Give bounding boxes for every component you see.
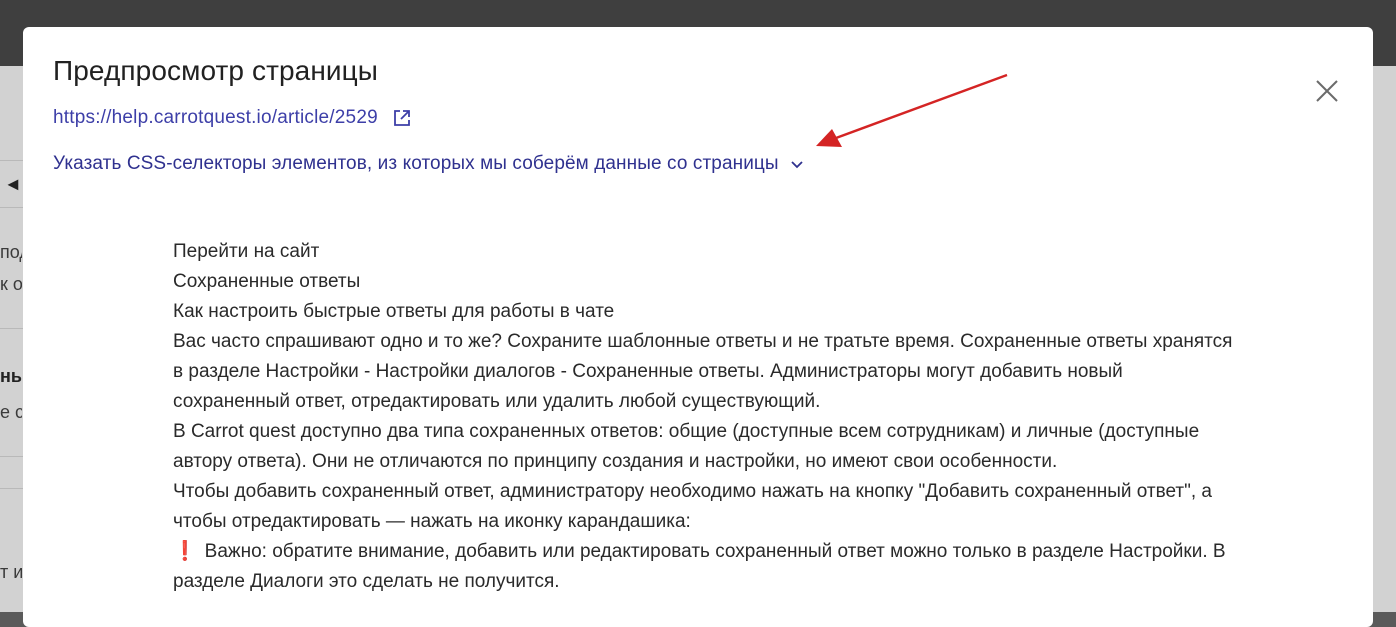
background-text: т и xyxy=(0,562,22,582)
article-paragraph: Вас часто спрашивают одно и то же? Сохра… xyxy=(173,331,1233,412)
article-line: Сохраненные ответы xyxy=(173,271,361,292)
article-warning: ❗ Важно: обратите внимание, добавить или … xyxy=(173,537,1233,597)
close-icon xyxy=(1316,80,1338,102)
preview-url-row: https://help.carrotquest.io/article/2529 xyxy=(53,105,412,131)
article-paragraph: Чтобы добавить сохраненный ответ, админи… xyxy=(173,481,1212,532)
chevron-down-icon xyxy=(789,156,805,172)
modal-title: Предпросмотр страницы xyxy=(53,55,379,86)
background-text: к о xyxy=(0,274,22,294)
warning-text: Важно: обратите внимание, добавить или р… xyxy=(173,541,1226,592)
page-preview-content: Перейти на сайт Сохраненные ответы Как н… xyxy=(173,237,1233,597)
background-divider xyxy=(0,488,24,489)
close-button[interactable] xyxy=(1313,77,1341,105)
background-text: е ст xyxy=(0,402,22,422)
exclamation-icon: ❗ xyxy=(173,541,197,562)
background-divider xyxy=(0,456,24,457)
css-selectors-label: Указать CSS-селекторы элементов, из кото… xyxy=(53,153,779,174)
background-divider xyxy=(0,207,24,208)
article-line: Как настроить быстрые ответы для работы … xyxy=(173,301,615,322)
preview-url-link[interactable]: https://help.carrotquest.io/article/2529 xyxy=(53,107,378,129)
page-preview-modal: Предпросмотр страницы https://help.carro… xyxy=(23,27,1373,627)
background-divider xyxy=(0,160,24,161)
send-icon: ◄ xyxy=(4,174,22,194)
article-line: Перейти на сайт xyxy=(173,241,320,262)
background-text: ны xyxy=(0,366,22,386)
external-link-icon[interactable] xyxy=(392,108,412,128)
background-divider xyxy=(0,328,24,329)
article-paragraph: В Carrot quest доступно два типа сохране… xyxy=(173,421,1200,472)
background-text: под xyxy=(0,242,22,262)
css-selectors-toggle[interactable]: Указать CSS-селекторы элементов, из кото… xyxy=(53,151,805,177)
